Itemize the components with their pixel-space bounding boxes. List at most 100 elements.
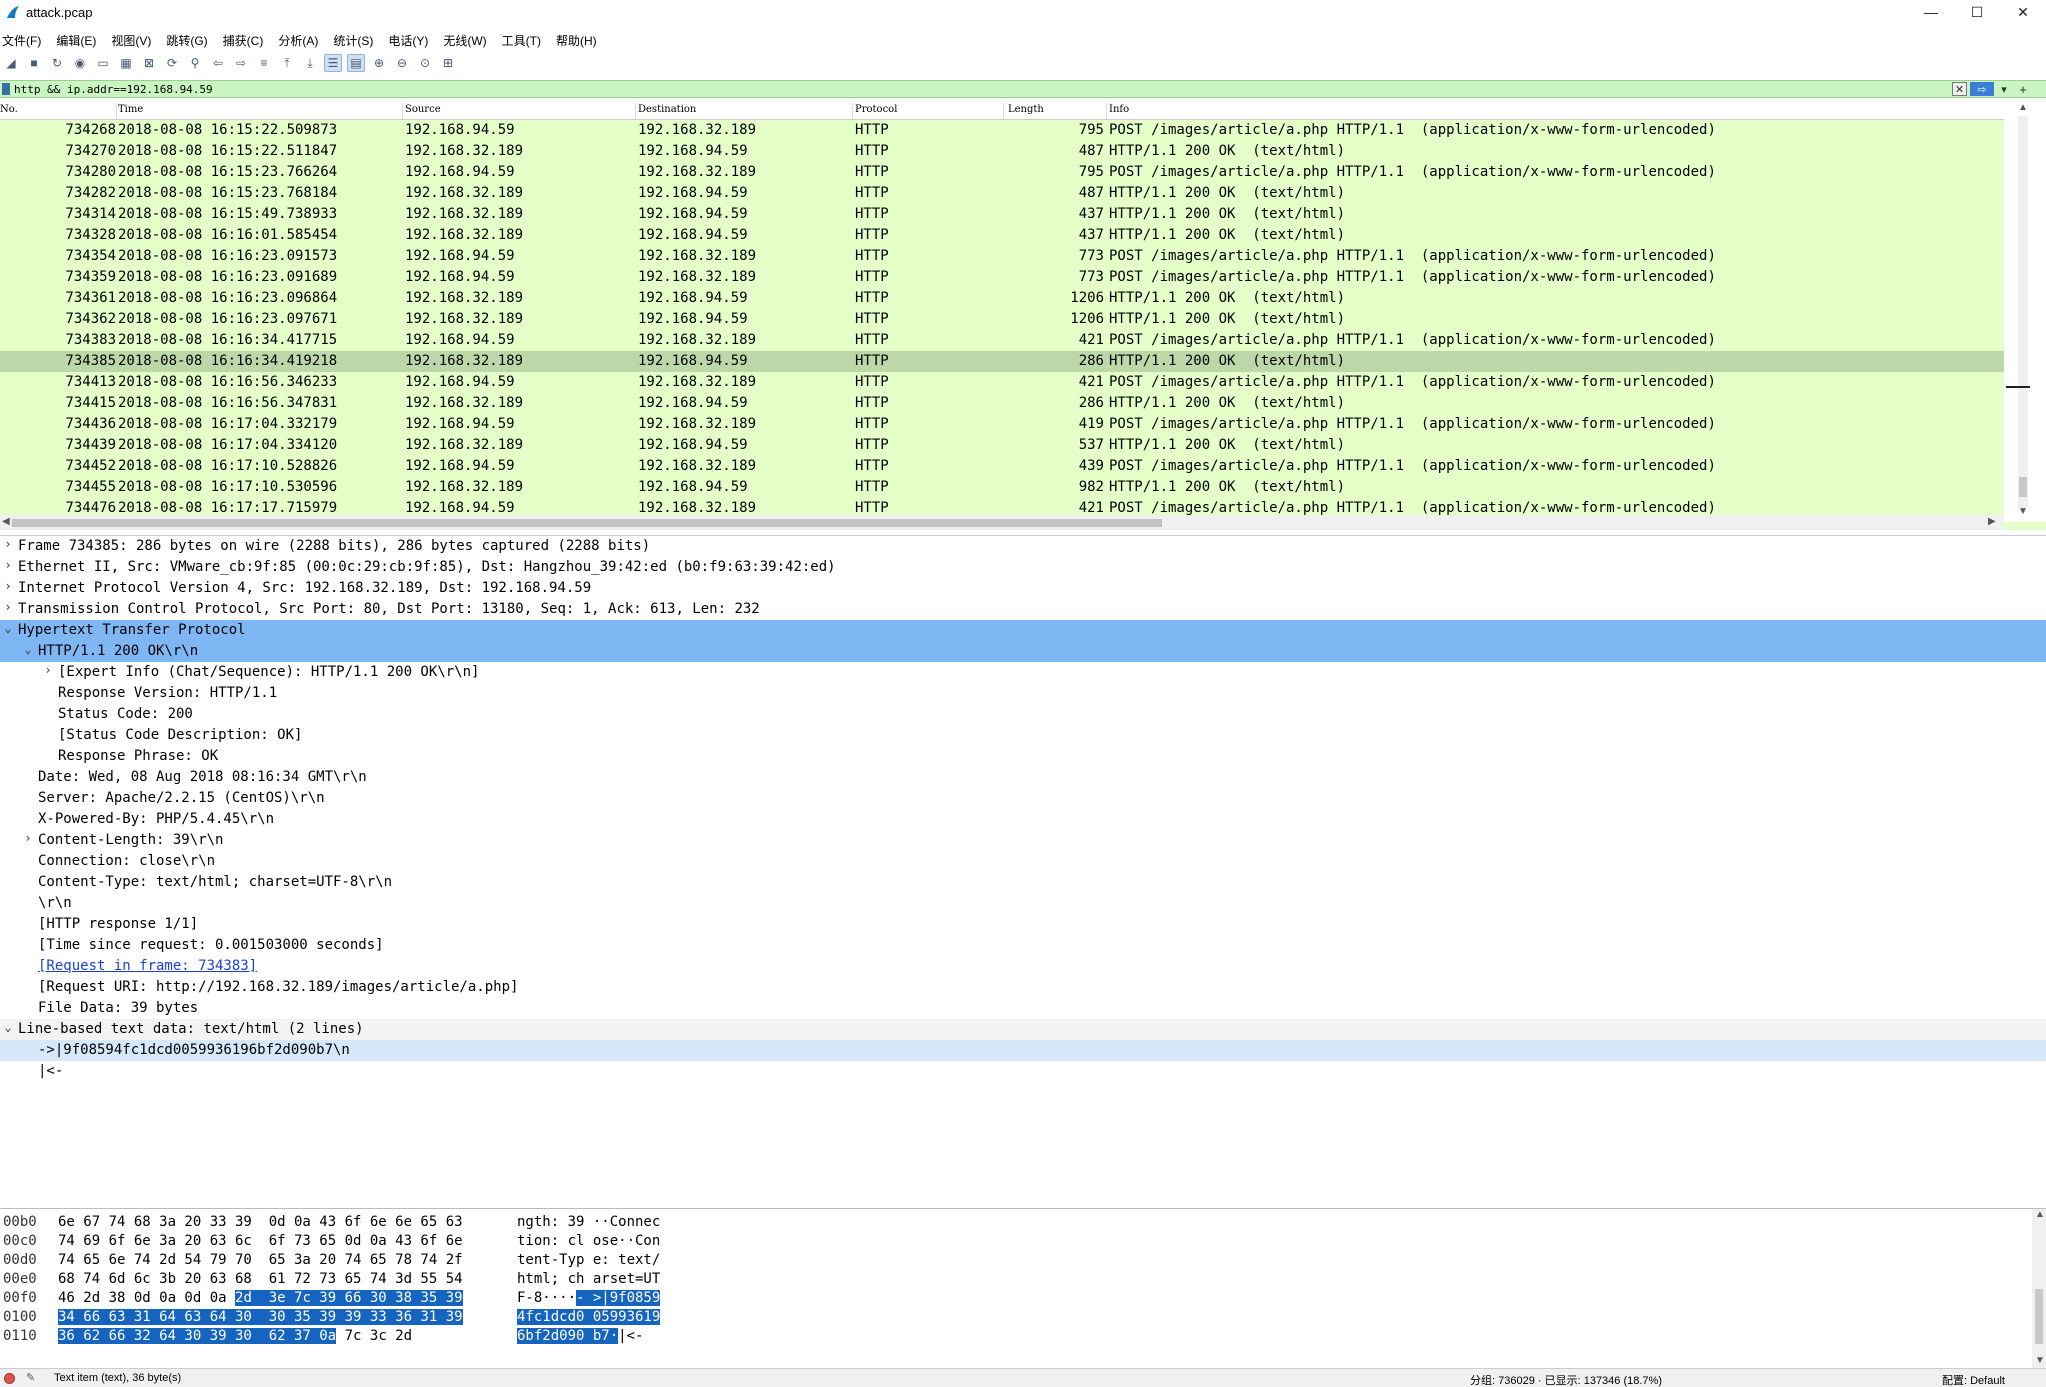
hex-ascii-selected[interactable]: - >|9f0859: [576, 1290, 661, 1306]
packet-row[interactable]: 734413 2018-08-08 16:16:56.346233 192.168.…: [0, 372, 2004, 393]
hex-bytes[interactable]: 74 65 6e 74 2d 54 79 70 65 3a 20 74 65 7…: [58, 1252, 463, 1268]
expert-info-icon[interactable]: [4, 1373, 15, 1384]
detail-tree-item[interactable]: › [Expert Info (Chat/Sequence): HTTP/1.1 …: [0, 662, 2046, 683]
packet-row[interactable]: 734415 2018-08-08 16:16:56.347831 192.168.…: [0, 393, 2004, 414]
display-filter-input[interactable]: [14, 81, 1954, 97]
resize-columns-icon[interactable]: ⊞: [439, 54, 457, 72]
packet-row[interactable]: 734328 2018-08-08 16:16:01.585454 192.168.…: [0, 225, 2004, 246]
column-header-no[interactable]: No.: [0, 104, 18, 115]
scroll-right-icon[interactable]: ▶: [1988, 516, 1996, 527]
options-icon[interactable]: ◉: [71, 54, 89, 72]
hex-ascii-selected[interactable]: 4fc1dcd0 05993619: [517, 1309, 661, 1325]
scroll-down-icon[interactable]: ▼: [2018, 506, 2028, 517]
scroll-up-icon[interactable]: ▲: [2018, 102, 2028, 113]
scrollbar-thumb[interactable]: [12, 519, 1162, 527]
hex-ascii[interactable]: html; ch arset=UT: [517, 1271, 660, 1287]
column-header-time[interactable]: Time: [118, 104, 143, 115]
expand-arrow-icon[interactable]: ›: [2, 579, 14, 593]
packet-list-vertical-scrollbar[interactable]: ▲ ▼: [2004, 102, 2046, 522]
scrollbar-thumb[interactable]: [2019, 477, 2027, 497]
shark-fin-start-icon[interactable]: ◢: [2, 54, 20, 72]
hex-row[interactable]: 00f0 46 2d 38 0d 0a 0d 0a 2d 3e 7c 39 66 …: [0, 1289, 2000, 1308]
reload-icon[interactable]: ⟳: [163, 54, 181, 72]
menu-item[interactable]: 无线(W): [443, 32, 486, 49]
go-to-packet-icon[interactable]: ≡: [255, 54, 273, 72]
clear-filter-button[interactable]: ✕: [1952, 82, 1967, 96]
collapse-arrow-icon[interactable]: ⌄: [22, 642, 34, 656]
maximize-button[interactable]: ☐: [1954, 0, 2000, 24]
packet-list-horizontal-scrollbar[interactable]: ◀ ▶: [0, 515, 2004, 530]
expand-arrow-icon[interactable]: ›: [42, 663, 54, 677]
hex-row[interactable]: 00c0 74 69 6f 6e 3a 20 63 6c 6f 73 65 0d …: [0, 1232, 2000, 1251]
packet-row[interactable]: 734362 2018-08-08 16:16:23.097671 192.168.…: [0, 309, 2004, 330]
packet-row[interactable]: 734385 2018-08-08 16:16:34.419218 192.168.…: [0, 351, 2004, 372]
packet-row[interactable]: 734439 2018-08-08 16:17:04.334120 192.168.…: [0, 435, 2004, 456]
menu-item[interactable]: 帮助(H): [556, 32, 597, 49]
detail-tree-item[interactable]: Content-Type: text/html; charset=UTF-8\r…: [0, 872, 2046, 893]
packet-row[interactable]: 734354 2018-08-08 16:16:23.091573 192.168.…: [0, 246, 2004, 267]
detail-tree-item[interactable]: ⌄ HTTP/1.1 200 OK\r\n: [0, 641, 2046, 662]
hex-row[interactable]: 0100 34 66 63 31 64 63 64 30 30 35 39 39 …: [0, 1308, 2000, 1327]
packet-row[interactable]: 734270 2018-08-08 16:15:22.511847 192.168.…: [0, 141, 2004, 162]
menu-item[interactable]: 分析(A): [278, 32, 318, 49]
close-file-icon[interactable]: ⊠: [140, 54, 158, 72]
hex-ascii-selected[interactable]: 6bf2d090 b7·: [517, 1328, 619, 1344]
scroll-down-icon[interactable]: ▼: [2035, 1355, 2045, 1366]
open-file-icon[interactable]: ▭: [94, 54, 112, 72]
detail-tree-item[interactable]: [Request URI: http://192.168.32.189/imag…: [0, 977, 2046, 998]
zoom-out-icon[interactable]: ⊖: [393, 54, 411, 72]
hex-row[interactable]: 0110 36 62 66 32 64 30 39 30 62 37 0a 7c …: [0, 1327, 2000, 1346]
detail-tree-item[interactable]: |<-: [0, 1061, 2046, 1082]
filter-bookmark-icon[interactable]: [2, 83, 10, 95]
menu-item[interactable]: 捕获(C): [223, 32, 264, 49]
hex-bytes[interactable]: 74 69 6f 6e 3a 20 63 6c 6f 73 65 0d 0a 4…: [58, 1233, 463, 1249]
detail-tree-item[interactable]: [Status Code Description: OK]: [0, 725, 2046, 746]
detail-tree-item[interactable]: Response Version: HTTP/1.1: [0, 683, 2046, 704]
detail-tree-item[interactable]: Response Phrase: OK: [0, 746, 2046, 767]
hex-ascii[interactable]: ngth: 39 ··Connec: [517, 1214, 660, 1230]
recent-filters-dropdown[interactable]: ▾: [1998, 82, 2010, 96]
column-header-source[interactable]: Source: [405, 104, 441, 115]
edit-comment-icon[interactable]: ✎: [26, 1371, 35, 1384]
packet-row[interactable]: 734314 2018-08-08 16:15:49.738933 192.168.…: [0, 204, 2004, 225]
detail-tree-item[interactable]: › Content-Length: 39\r\n: [0, 830, 2046, 851]
request-frame-link[interactable]: [Request in frame: 734383]: [38, 958, 257, 974]
first-packet-icon[interactable]: ⤒: [278, 54, 296, 72]
packet-row[interactable]: 734359 2018-08-08 16:16:23.091689 192.168.…: [0, 267, 2004, 288]
detail-tree-item[interactable]: File Data: 39 bytes: [0, 998, 2046, 1019]
hex-ascii[interactable]: F-8····: [517, 1290, 576, 1306]
detail-tree-item[interactable]: Connection: close\r\n: [0, 851, 2046, 872]
detail-tree-item[interactable]: Date: Wed, 08 Aug 2018 08:16:34 GMT\r\n: [0, 767, 2046, 788]
hex-bytes-selected[interactable]: 36 62 66 32 64 30 39 30 62 37 0a: [58, 1328, 337, 1344]
detail-tree-item[interactable]: [Time since request: 0.001503000 seconds…: [0, 935, 2046, 956]
packet-row[interactable]: 734452 2018-08-08 16:17:10.528826 192.168.…: [0, 456, 2004, 477]
apply-filter-button[interactable]: ⇨: [1970, 82, 1994, 96]
menu-item[interactable]: 工具(T): [502, 32, 541, 49]
detail-tree-item[interactable]: \r\n: [0, 893, 2046, 914]
find-icon[interactable]: ⚲: [186, 54, 204, 72]
save-icon[interactable]: ▦: [117, 54, 135, 72]
scroll-left-icon[interactable]: ◀: [2, 516, 10, 527]
column-header-protocol[interactable]: Protocol: [855, 104, 897, 115]
detail-tree-item[interactable]: X-Powered-By: PHP/5.4.45\r\n: [0, 809, 2046, 830]
collapse-arrow-icon[interactable]: ⌄: [2, 621, 14, 635]
menu-item[interactable]: 跳转(G): [166, 32, 207, 49]
zoom-in-icon[interactable]: ⊕: [370, 54, 388, 72]
colorize-icon[interactable]: ▤: [347, 54, 365, 72]
minimize-button[interactable]: —: [1908, 0, 1954, 24]
column-header-length[interactable]: Length: [1008, 104, 1044, 115]
autoscroll-icon[interactable]: ☰: [324, 54, 342, 72]
menu-item[interactable]: 文件(F): [2, 32, 41, 49]
expand-arrow-icon[interactable]: ›: [2, 600, 14, 614]
packet-row[interactable]: 734268 2018-08-08 16:15:22.509873 192.168.…: [0, 120, 2004, 141]
hex-bytes[interactable]: 46 2d 38 0d 0a 0d 0a: [58, 1290, 235, 1306]
detail-tree-item[interactable]: ⌄ Line-based text data: text/html (2 line…: [0, 1019, 2046, 1040]
hex-bytes-selected[interactable]: 2d 3e 7c 39 66 30 38 35 39: [235, 1290, 463, 1306]
hex-bytes[interactable]: 6e 67 74 68 3a 20 33 39 0d 0a 43 6f 6e 6…: [58, 1214, 463, 1230]
packet-row[interactable]: 734383 2018-08-08 16:16:34.417715 192.168.…: [0, 330, 2004, 351]
hex-bytes[interactable]: 7c 3c 2d: [336, 1328, 412, 1344]
hex-ascii[interactable]: tion: cl ose··Con: [517, 1233, 660, 1249]
status-profile[interactable]: 配置: Default: [1942, 1372, 2005, 1387]
hex-row[interactable]: 00d0 74 65 6e 74 2d 54 79 70 65 3a 20 74 …: [0, 1251, 2000, 1270]
last-packet-icon[interactable]: ⤓: [301, 54, 319, 72]
